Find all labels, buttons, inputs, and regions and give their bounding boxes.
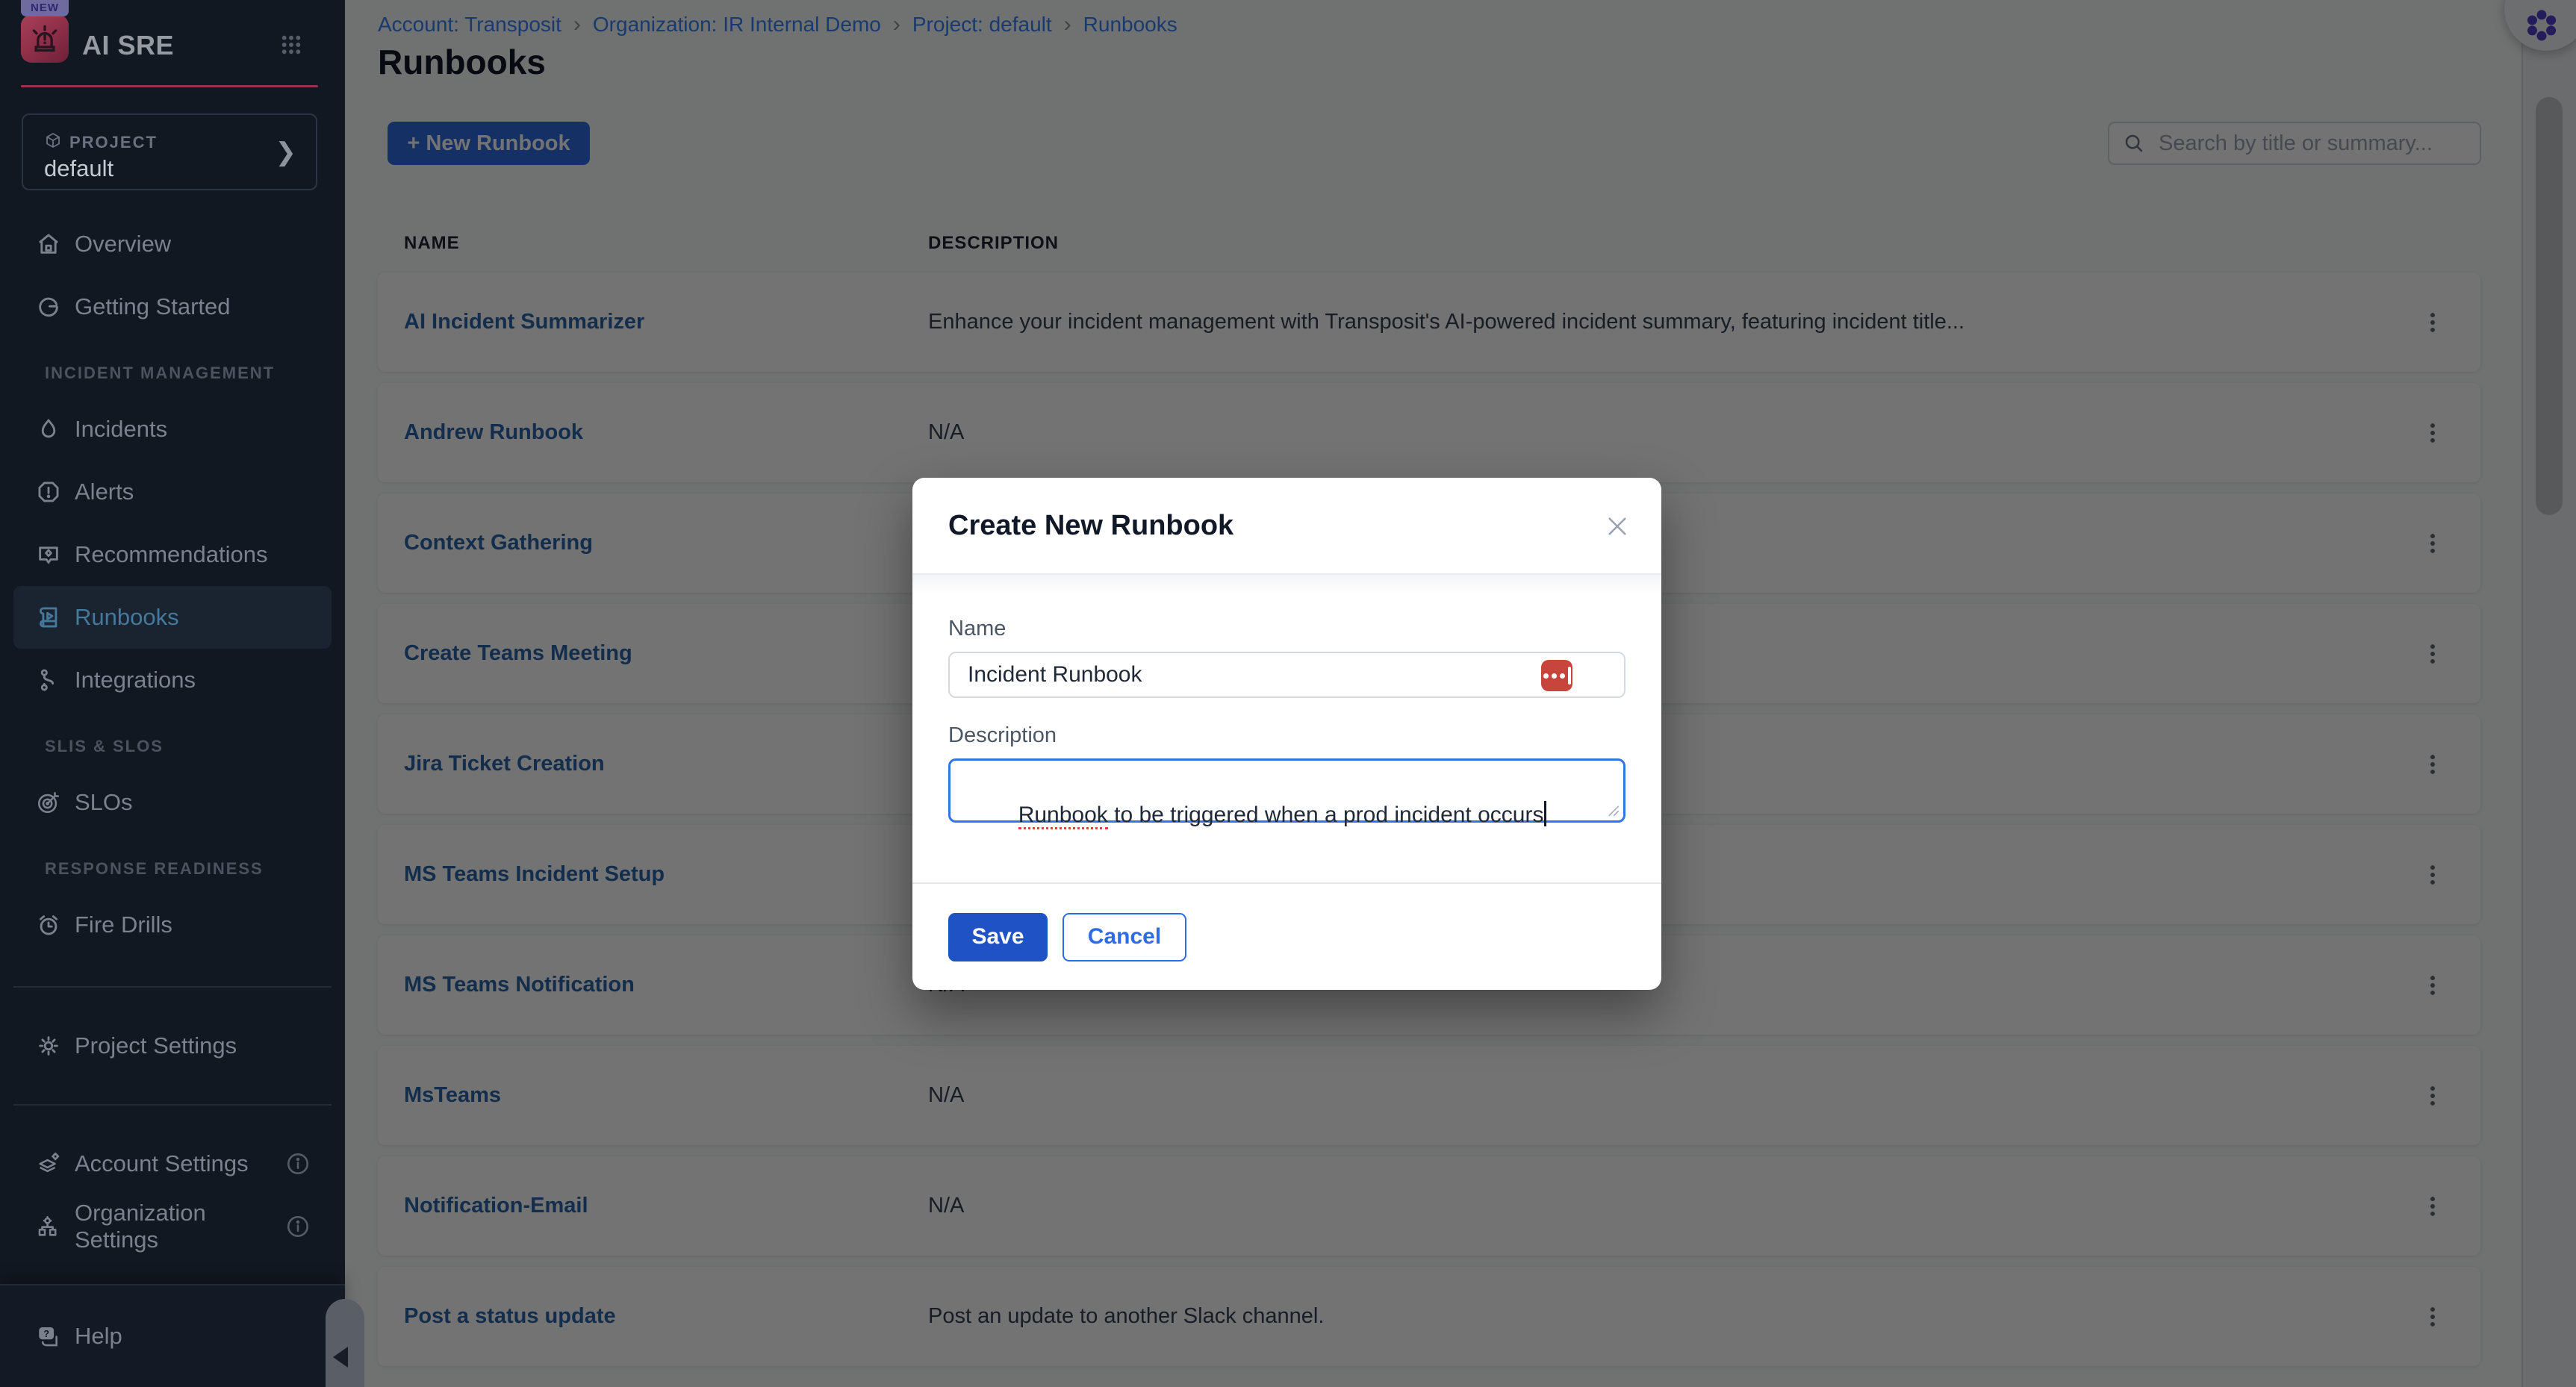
app-name: AI SRE: [82, 30, 174, 61]
sidebar-item-incidents[interactable]: Incidents: [13, 398, 332, 461]
sidebar: NEW AI SRE PROJECT defau: [0, 0, 345, 1387]
sidebar-item-fire-drills[interactable]: Fire Drills: [13, 894, 332, 956]
sidebar-item-label: Project Settings: [75, 1032, 237, 1059]
app-logo: [21, 15, 69, 63]
sidebar-item-label: Recommendations: [75, 541, 267, 568]
sidebar-nav: Overview Getting Started INCIDENT MANAGE…: [0, 190, 345, 1258]
sparkle-bubble-icon: [36, 542, 61, 567]
text-cursor: [1544, 801, 1546, 826]
sidebar-item-label: Organization Settings: [75, 1200, 272, 1253]
info-icon: [285, 1214, 311, 1239]
integration-icon: [36, 667, 61, 693]
home-icon: [36, 231, 61, 257]
project-value: default: [44, 155, 113, 182]
sidebar-item-label: Alerts: [75, 479, 134, 505]
layers-gear-icon: [36, 1151, 61, 1176]
svg-text:?: ?: [43, 1328, 49, 1339]
resize-handle-icon[interactable]: [1604, 801, 1620, 817]
close-icon: [1603, 512, 1631, 540]
new-badge: NEW: [21, 0, 69, 16]
description-text: to be triggered when a prod incident occ…: [1108, 802, 1544, 827]
gear-icon: [36, 1033, 61, 1059]
sidebar-item-project-settings[interactable]: Project Settings: [13, 1014, 332, 1077]
sidebar-item-organization-settings[interactable]: Organization Settings: [13, 1195, 332, 1258]
section-slis-slos: SLIS & SLOS: [0, 711, 345, 771]
sidebar-item-label: SLOs: [75, 789, 133, 816]
sidebar-item-label: Overview: [75, 231, 171, 258]
sidebar-item-help[interactable]: ? Help: [13, 1305, 332, 1368]
sidebar-item-account-settings[interactable]: Account Settings: [13, 1132, 332, 1195]
save-button[interactable]: Save: [948, 913, 1048, 961]
sidebar-collapse-handle[interactable]: [326, 1299, 364, 1387]
sidebar-item-label: Account Settings: [75, 1150, 249, 1177]
alert-octagon-icon: [36, 479, 61, 505]
chevron-right-icon: ❯: [276, 137, 297, 167]
modal-footer: Save Cancel: [912, 882, 1661, 990]
sidebar-item-slos[interactable]: SLOs: [13, 771, 332, 834]
sidebar-item-getting-started[interactable]: Getting Started: [13, 275, 332, 338]
password-manager-icon[interactable]: [1541, 660, 1572, 691]
section-response-readiness: RESPONSE READINESS: [0, 834, 345, 894]
sidebar-divider: [13, 986, 332, 988]
cube-icon: [44, 131, 62, 149]
sidebar-item-label: Fire Drills: [75, 911, 172, 938]
sidebar-item-label: Runbooks: [75, 604, 179, 631]
sidebar-footer: ? Help: [0, 1284, 345, 1387]
sidebar-item-label: Help: [75, 1323, 122, 1350]
description-textarea[interactable]: Runbook to be triggered when a prod inci…: [948, 758, 1625, 823]
sidebar-item-label: Incidents: [75, 416, 167, 443]
sidebar-item-alerts[interactable]: Alerts: [13, 461, 332, 523]
modal-header: Create New Runbook: [912, 478, 1661, 575]
section-incident-management: INCIDENT MANAGEMENT: [0, 338, 345, 398]
collapse-arrow-icon: [333, 1347, 348, 1368]
modal-title: Create New Runbook: [948, 510, 1233, 542]
project-label: PROJECT: [69, 133, 158, 152]
sidebar-header: NEW AI SRE: [0, 0, 345, 113]
flame-icon: [36, 417, 61, 442]
sidebar-item-integrations[interactable]: Integrations: [13, 649, 332, 711]
sidebar-item-runbooks[interactable]: Runbooks: [13, 586, 332, 649]
org-chart-gear-icon: [36, 1214, 61, 1239]
runbook-icon: [36, 605, 61, 630]
sidebar-item-label: Getting Started: [75, 293, 231, 320]
alarm-clock-icon: [36, 912, 61, 938]
siren-icon: [28, 22, 61, 55]
name-field-wrap: [948, 652, 1625, 698]
description-label: Description: [948, 723, 1625, 748]
name-input[interactable]: [948, 652, 1625, 698]
name-label: Name: [948, 617, 1625, 641]
brand-divider: [21, 85, 318, 87]
project-selector[interactable]: PROJECT default ❯: [22, 113, 317, 190]
close-button[interactable]: [1603, 512, 1631, 540]
modal-body: Name Description Runbook to be triggered…: [912, 575, 1661, 812]
progress-circle-icon: [36, 294, 61, 320]
info-icon: [285, 1151, 311, 1176]
target-icon: [36, 790, 61, 815]
create-runbook-modal: Create New Runbook Name Description Runb…: [912, 478, 1661, 990]
sidebar-item-recommendations[interactable]: Recommendations: [13, 523, 332, 586]
sidebar-divider: [13, 1104, 332, 1106]
help-chat-icon: ?: [36, 1324, 61, 1349]
app-root: NEW AI SRE PROJECT defau: [0, 0, 2576, 1387]
apps-grid-icon[interactable]: [279, 33, 303, 57]
misspelled-word: Runbook: [1018, 802, 1108, 829]
sidebar-item-overview[interactable]: Overview: [13, 213, 332, 275]
sidebar-item-label: Integrations: [75, 667, 196, 694]
cancel-button[interactable]: Cancel: [1063, 913, 1186, 961]
